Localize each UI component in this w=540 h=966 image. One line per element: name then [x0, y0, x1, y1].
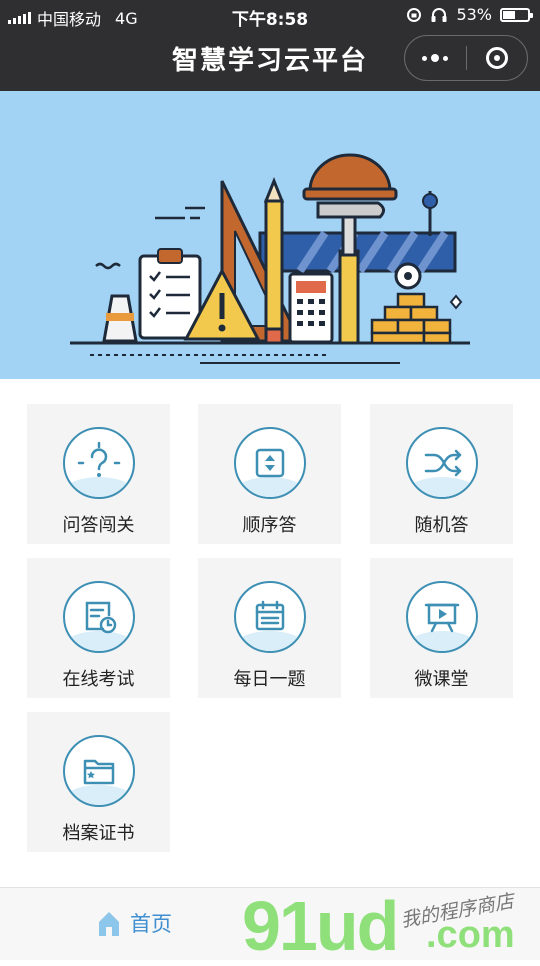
menu-item-quiz-challenge[interactable]: 问答闯关 [27, 404, 170, 544]
menu-label: 档案证书 [62, 823, 135, 844]
rotation-lock-icon [407, 7, 422, 22]
folder-icon [63, 735, 135, 807]
menu-item-archive-certificate[interactable]: 档案证书 [27, 712, 170, 852]
banner-illustration [0, 91, 540, 379]
calendar-icon [234, 581, 306, 653]
more-dots-icon [422, 54, 449, 62]
exam-clock-icon [63, 581, 135, 653]
shuffle-icon [406, 427, 478, 499]
menu-label: 问答闯关 [62, 515, 135, 536]
menu-label: 微课堂 [414, 669, 469, 690]
tab-home[interactable]: 首页 [96, 908, 172, 938]
more-button[interactable] [405, 36, 466, 80]
headphones-icon [431, 7, 447, 22]
menu-label: 随机答 [414, 515, 469, 536]
top-bar: 中国移动 4G 下午8:58 53% 智慧学习云平台 [0, 0, 540, 91]
menu-label: 每日一题 [233, 669, 306, 690]
home-icon [99, 912, 119, 936]
close-miniprogram-button[interactable] [467, 36, 528, 80]
menu-item-random[interactable]: 随机答 [370, 404, 513, 544]
menu-item-daily-question[interactable]: 每日一题 [198, 558, 341, 698]
presentation-icon [406, 581, 478, 653]
menu-label: 顺序答 [242, 515, 297, 536]
menu-item-online-exam[interactable]: 在线考试 [27, 558, 170, 698]
sort-icon [234, 427, 306, 499]
construction-tools-illustration [70, 153, 470, 364]
question-icon [63, 427, 135, 499]
battery-icon [500, 7, 533, 22]
target-icon [485, 47, 508, 69]
menu-item-micro-class[interactable]: 微课堂 [370, 558, 513, 698]
bottom-tab-bar: 首页 [0, 887, 540, 960]
menu-item-sequential[interactable]: 顺序答 [198, 404, 341, 544]
tab-home-label: 首页 [130, 912, 172, 936]
status-bar: 中国移动 4G 下午8:58 53% [0, 0, 540, 30]
miniprogram-capsule [404, 35, 528, 81]
menu-label: 在线考试 [62, 669, 135, 690]
battery-percent: 53% [456, 5, 492, 24]
status-right: 53% [406, 5, 533, 24]
